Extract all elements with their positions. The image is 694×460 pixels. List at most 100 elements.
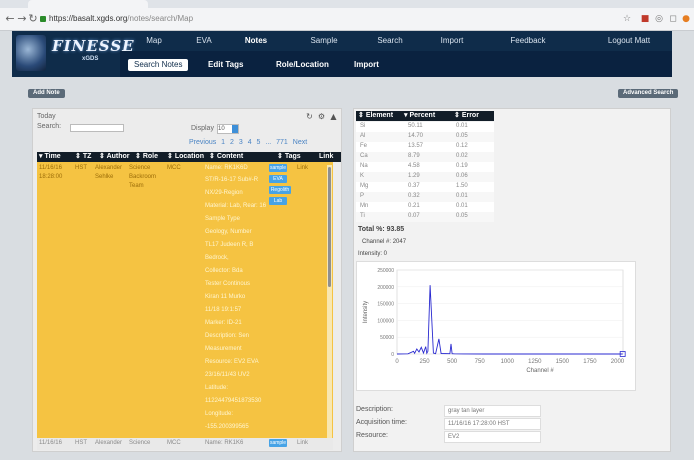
col-author[interactable]: ⇕ Author: [99, 152, 130, 162]
x-tick-label: 1500: [556, 359, 570, 365]
star-icon[interactable]: ☆: [622, 14, 632, 24]
lock-toggle-icon[interactable]: ▲: [329, 112, 338, 121]
settings-icon[interactable]: ⚙: [317, 112, 326, 121]
element-table-header: ⇕ Element ▾ Percent ⇕ Error: [356, 111, 494, 121]
tag-chip[interactable]: Regolith: [269, 186, 291, 194]
sample-detail-panel: ⇕ Element ▾ Percent ⇕ Error Si 50.11 0.01 A…: [353, 108, 671, 452]
row1-tz: HST: [75, 165, 87, 171]
add-note-button[interactable]: Add Note: [28, 89, 65, 98]
x-tick-label: 1000: [501, 359, 515, 365]
col-element[interactable]: ⇕ Element: [358, 111, 393, 121]
col-time[interactable]: ▾ Time: [39, 152, 61, 162]
content-line: Bedrock,: [205, 255, 229, 261]
row1-author-2: Sehlke: [95, 174, 114, 180]
brand-subtitle: xGDS: [82, 56, 99, 62]
back-icon[interactable]: ←: [4, 13, 16, 25]
element-percent: 8.79: [408, 153, 420, 159]
extension-icon-2[interactable]: ◎: [654, 14, 664, 24]
element-symbol: K: [360, 173, 365, 179]
element-percent: 50.11: [408, 123, 423, 129]
tag-chip[interactable]: EVA: [269, 175, 287, 183]
nav-feedback[interactable]: Feedback: [500, 31, 556, 51]
pagination[interactable]: Previous 1 2 3 4 5 ... 771 Next: [189, 139, 307, 146]
scrollbar-thumb[interactable]: [328, 167, 331, 287]
row2-link[interactable]: Link: [297, 440, 308, 446]
meta-label: Description:: [356, 406, 393, 413]
col-error[interactable]: ⇕ Error: [454, 111, 479, 121]
meta-value: 11/16/16 17:28:00 HST: [444, 418, 541, 430]
element-row: Ti 0.07 0.05: [356, 212, 494, 222]
x-tick-label: 500: [447, 359, 458, 365]
content-line: 11/18 19:1:57: [205, 307, 242, 313]
x-tick-label: 1750: [583, 359, 597, 365]
extension-icon-3[interactable]: ◻: [668, 14, 678, 24]
tag-chip[interactable]: sample: [269, 164, 287, 172]
element-percent: 14.70: [408, 133, 424, 139]
browser-tab[interactable]: [28, 0, 148, 8]
total-percent: Total %: 93.85: [358, 226, 405, 233]
col-tags[interactable]: ⇕ Tags: [277, 152, 301, 162]
address-bar[interactable]: https://basalt.xgds.org/notes/search/Map: [49, 14, 193, 24]
spectrum-chart[interactable]: 0 50000 100000 150000 200000 250000 0 250 500 750…: [356, 261, 636, 391]
intensity-readout: Intensity: 0: [358, 251, 388, 257]
content-line: Kiran 11 Murko: [205, 294, 246, 300]
menu-icon[interactable]: ●: [681, 14, 691, 24]
subnav-edit-tags[interactable]: Edit Tags: [202, 59, 249, 71]
url-host: https://basalt.xgds.org: [49, 14, 128, 23]
extension-icon[interactable]: ■: [640, 14, 650, 24]
y-tick-label: 50000: [380, 335, 394, 341]
content-line: TL17 Judeen R, B: [205, 242, 254, 248]
refresh-icon[interactable]: ↻: [305, 112, 314, 121]
nav-eva[interactable]: EVA: [184, 31, 224, 51]
content-line: -155.200399565: [205, 424, 249, 430]
meta-value: gray tan layer: [444, 405, 541, 417]
x-axis-label: Channel #: [526, 368, 554, 374]
display-label: Display: [191, 125, 214, 132]
search-input[interactable]: [70, 124, 124, 132]
chevron-down-icon: [232, 125, 238, 133]
nav-map[interactable]: Map: [134, 31, 174, 51]
element-symbol: Al: [360, 133, 366, 139]
row1-time-2: 18:28:00: [39, 174, 63, 180]
row2-location: MCC: [167, 440, 181, 446]
col-link[interactable]: Link: [319, 152, 333, 162]
nav-import[interactable]: Import: [430, 31, 474, 51]
element-percent: 0.07: [408, 213, 420, 219]
element-error: 0.19: [456, 163, 468, 169]
col-role[interactable]: ⇕ Role: [135, 152, 158, 162]
reload-icon[interactable]: ↻: [27, 13, 39, 25]
row2-tz: HST: [75, 440, 87, 446]
y-axis-label: Intensity: [363, 301, 369, 323]
row1-link[interactable]: Link: [297, 165, 308, 171]
element-error: 0.05: [456, 213, 468, 219]
display-select[interactable]: 10: [217, 124, 239, 134]
col-tz[interactable]: ⇕ TZ: [75, 152, 91, 162]
subnav-import[interactable]: Import: [348, 59, 385, 71]
y-tick-label: 0: [391, 352, 394, 358]
nav-logout[interactable]: Logout Matt: [598, 31, 660, 51]
y-tick-label: 100000: [377, 318, 394, 324]
row1-time: 11/16/16: [39, 165, 62, 171]
element-error: 0.12: [456, 143, 468, 149]
x-tick-label: 750: [475, 359, 486, 365]
col-percent[interactable]: ▾ Percent: [404, 111, 435, 121]
row1-role-3: Team: [129, 183, 144, 189]
content-line: NX/29-Region: [205, 190, 243, 196]
element-symbol: Mg: [360, 183, 369, 189]
tag-chip[interactable]: Lab: [269, 197, 287, 205]
col-location[interactable]: ⇕ Location: [167, 152, 204, 162]
nav-notes[interactable]: Notes: [234, 31, 278, 51]
nav-sample[interactable]: Sample: [302, 31, 346, 51]
advanced-search-button[interactable]: Advanced Search: [618, 89, 679, 98]
tag-chip[interactable]: sample: [269, 439, 287, 447]
content-line: Tester Continous: [205, 281, 251, 287]
row1-role-2: Backroom: [129, 174, 157, 180]
subnav-role-location[interactable]: Role/Location: [270, 59, 335, 71]
col-content[interactable]: ⇕ Content: [209, 152, 243, 162]
subnav-search-notes[interactable]: Search Notes: [128, 59, 189, 71]
table-row-selected[interactable]: [37, 162, 333, 438]
element-error: 0.01: [456, 123, 468, 129]
element-percent: 13.57: [408, 143, 424, 149]
display-value: 10: [218, 126, 225, 132]
nav-search[interactable]: Search: [368, 31, 412, 51]
